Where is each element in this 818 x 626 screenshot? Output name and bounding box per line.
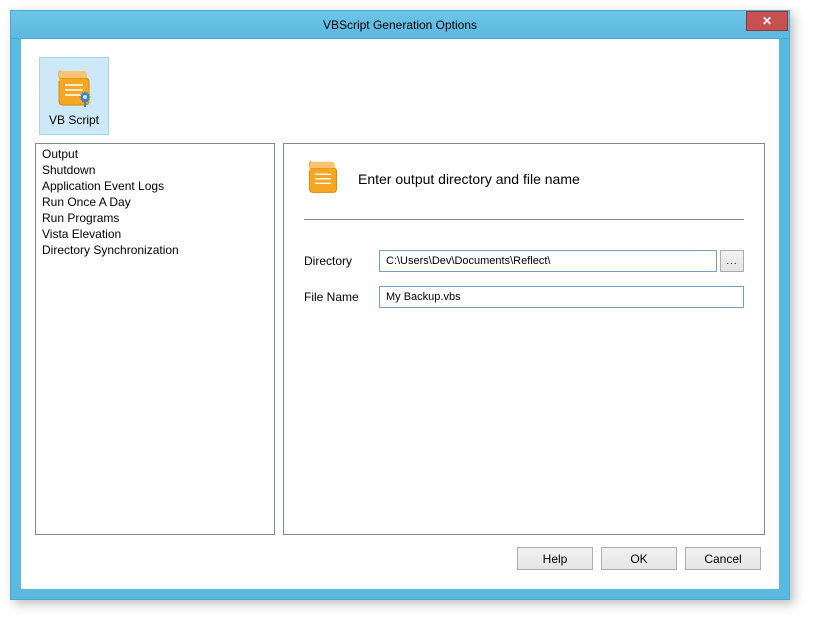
script-icon xyxy=(51,65,97,111)
window-body: VB Script Output Shutdown Application Ev… xyxy=(11,39,789,599)
sidebar-item-shutdown[interactable]: Shutdown xyxy=(38,162,272,178)
sidebar-item-run-programs[interactable]: Run Programs xyxy=(38,210,272,226)
sidebar-item-directory-synchronization[interactable]: Directory Synchronization xyxy=(38,242,272,258)
toolbar: VB Script xyxy=(35,53,765,137)
main-row: Output Shutdown Application Event Logs R… xyxy=(35,143,765,535)
directory-input[interactable] xyxy=(379,250,717,272)
sidebar[interactable]: Output Shutdown Application Event Logs R… xyxy=(35,143,275,535)
sidebar-item-vista-elevation[interactable]: Vista Elevation xyxy=(38,226,272,242)
close-icon: ✕ xyxy=(762,14,772,28)
content-header-title: Enter output directory and file name xyxy=(358,171,580,187)
vbscript-tool-label: VB Script xyxy=(49,113,99,127)
directory-label: Directory xyxy=(304,254,379,268)
content-header: Enter output directory and file name xyxy=(304,158,744,219)
content-panel: Enter output directory and file name Dir… xyxy=(283,143,765,535)
filename-row: File Name xyxy=(304,286,744,308)
close-button[interactable]: ✕ xyxy=(746,11,788,31)
cancel-button[interactable]: Cancel xyxy=(685,547,761,570)
scroll-icon xyxy=(304,158,342,199)
sidebar-item-application-event-logs[interactable]: Application Event Logs xyxy=(38,178,272,194)
sidebar-item-run-once-a-day[interactable]: Run Once A Day xyxy=(38,194,272,210)
sidebar-item-output[interactable]: Output xyxy=(38,146,272,162)
directory-row: Directory ... xyxy=(304,250,744,272)
filename-input[interactable] xyxy=(379,286,744,308)
button-row: Help OK Cancel xyxy=(35,535,765,570)
ok-button[interactable]: OK xyxy=(601,547,677,570)
titlebar[interactable]: VBScript Generation Options ✕ xyxy=(11,11,789,39)
browse-button[interactable]: ... xyxy=(720,250,744,272)
filename-label: File Name xyxy=(304,290,379,304)
help-button[interactable]: Help xyxy=(517,547,593,570)
vbscript-tool-button[interactable]: VB Script xyxy=(39,57,109,135)
dialog-window: VBScript Generation Options ✕ xyxy=(10,10,790,600)
window-title: VBScript Generation Options xyxy=(11,18,789,32)
divider xyxy=(304,219,744,220)
